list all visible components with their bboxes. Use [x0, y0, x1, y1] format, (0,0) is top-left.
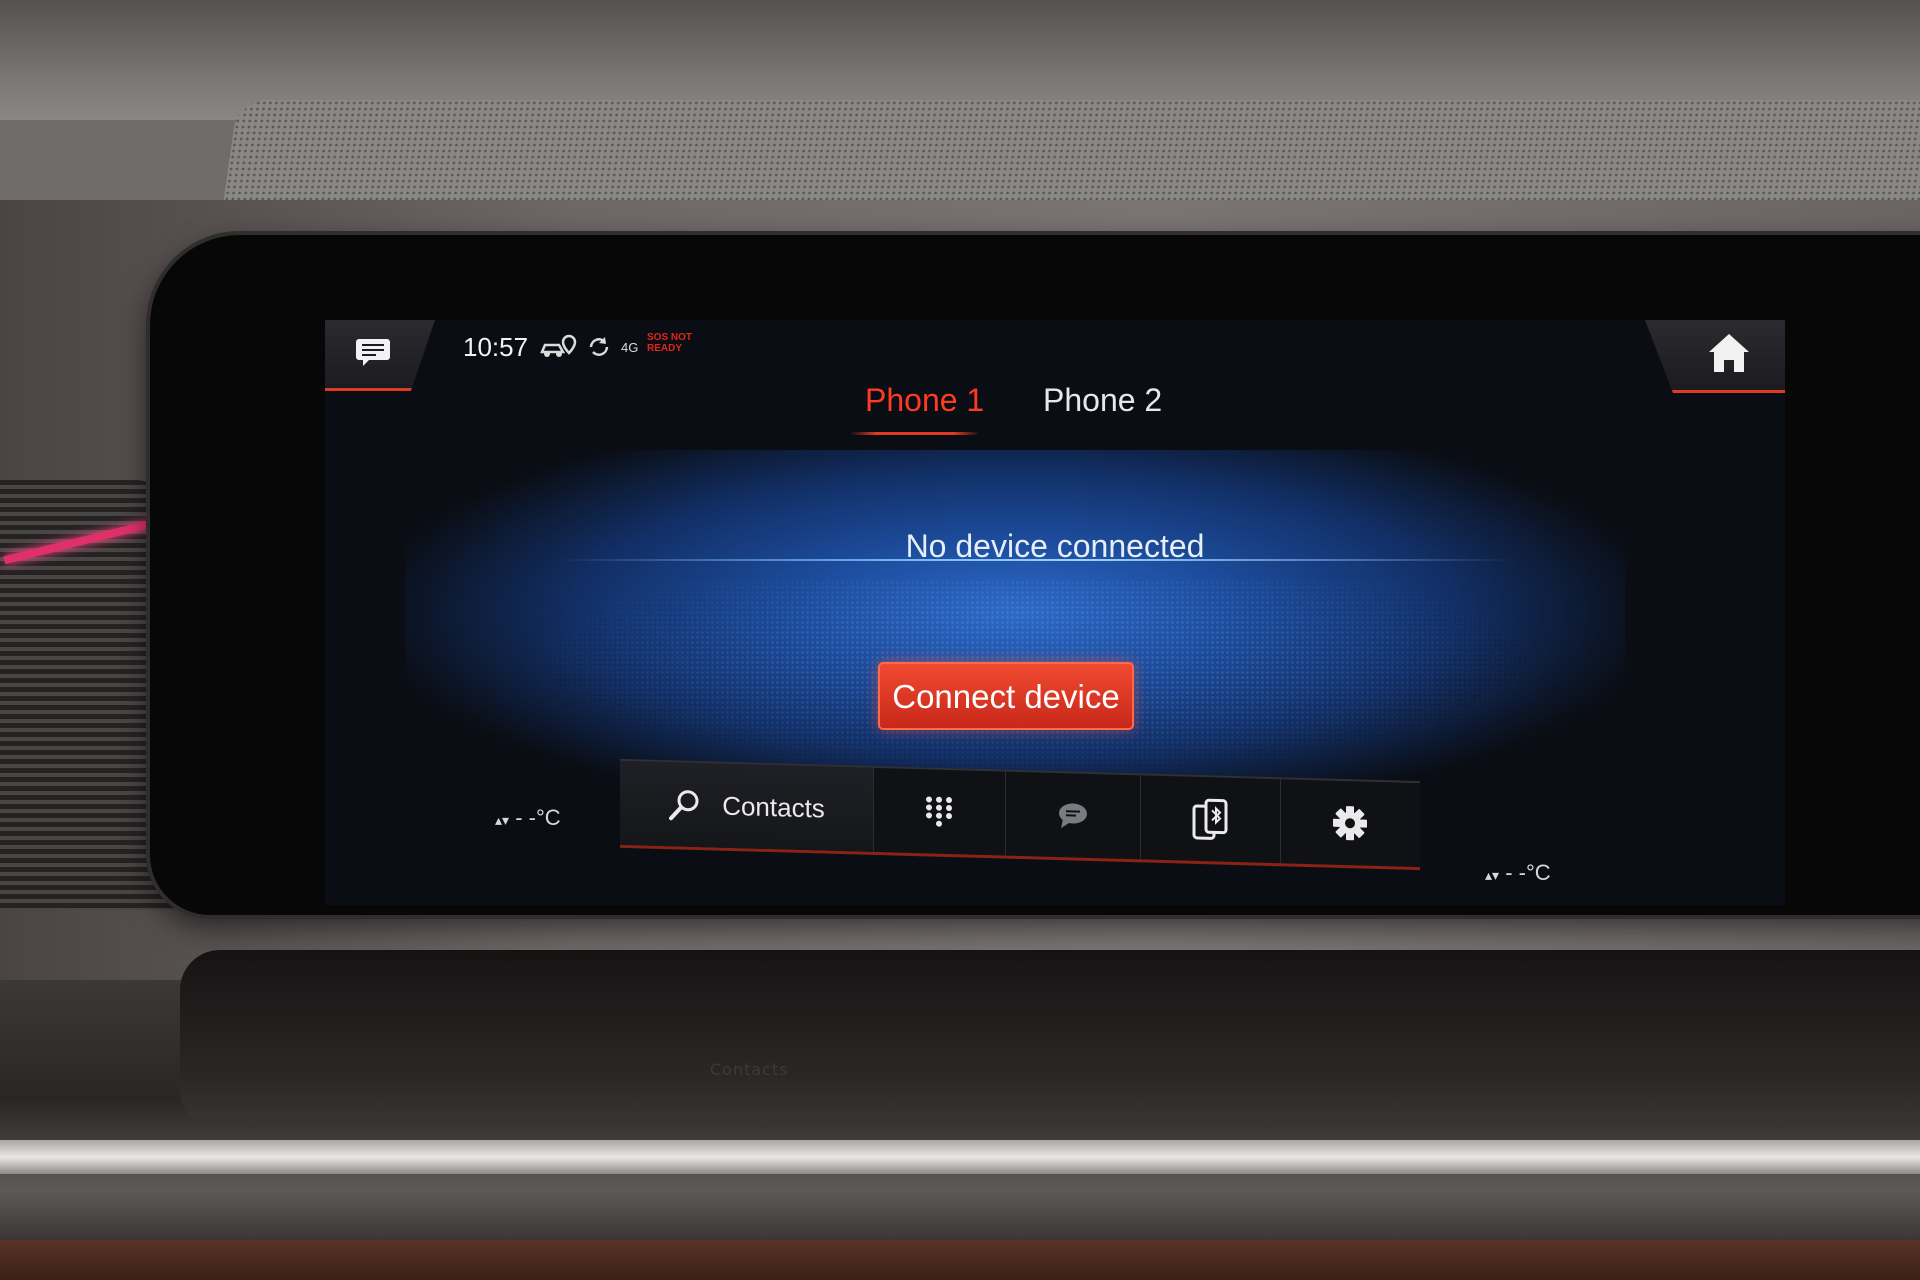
chrome-trim [0, 1140, 1920, 1174]
temp-arrows-icon: ▴▾ [1485, 867, 1500, 883]
left-temperature[interactable]: ▴▾ - -°C [495, 805, 561, 831]
message-icon [356, 339, 390, 366]
keypad-icon [926, 796, 952, 827]
network-indicator: 4G [621, 339, 639, 355]
sos-status-line2: READY [647, 343, 683, 354]
sos-status: SOS NOT READY [647, 332, 692, 354]
chat-bubble-icon [1058, 803, 1087, 829]
contacts-search-button[interactable]: Contacts [620, 760, 874, 852]
gear-icon [1333, 806, 1367, 841]
home-icon [1709, 334, 1749, 372]
screen-reflection: Contacts [180, 950, 1920, 1130]
tab-phone-1[interactable]: Phone 1 [865, 382, 984, 419]
right-temperature-value: - -°C [1505, 860, 1551, 885]
tab-phone-2[interactable]: Phone 2 [1043, 382, 1162, 419]
right-temperature[interactable]: ▴▾ - -°C [1485, 860, 1551, 886]
status-icons: 4G [539, 334, 638, 360]
clock: 10:57 [463, 332, 529, 362]
temp-arrows-icon: ▴▾ [495, 812, 510, 828]
notifications-button[interactable] [325, 320, 435, 391]
reflection-contacts-text: Contacts [710, 1060, 789, 1079]
car-location-icon [540, 334, 577, 357]
settings-button[interactable] [1280, 779, 1420, 867]
contacts-label: Contacts [722, 790, 825, 824]
device-manager-icon [1192, 798, 1228, 840]
sync-icon [589, 337, 609, 356]
wood-trim [0, 1240, 1920, 1280]
sos-status-line1: SOS NOT [647, 332, 693, 343]
home-button[interactable] [1645, 320, 1785, 393]
air-vent-left [0, 480, 175, 910]
infotainment-screen: 10:57 4G SOS NOT READY Phone 1 Phone 2 N… [325, 320, 1785, 905]
left-temperature-value: - -°C [515, 805, 561, 830]
device-manager-button[interactable] [1140, 775, 1281, 864]
search-icon [669, 790, 699, 821]
connection-status-text: No device connected [905, 528, 1205, 564]
keypad-button[interactable] [873, 767, 1006, 856]
connect-device-button[interactable]: Connect device [878, 662, 1134, 730]
speaker-grille [222, 100, 1920, 210]
active-tab-indicator [850, 432, 980, 435]
messages-button[interactable] [1005, 771, 1141, 860]
